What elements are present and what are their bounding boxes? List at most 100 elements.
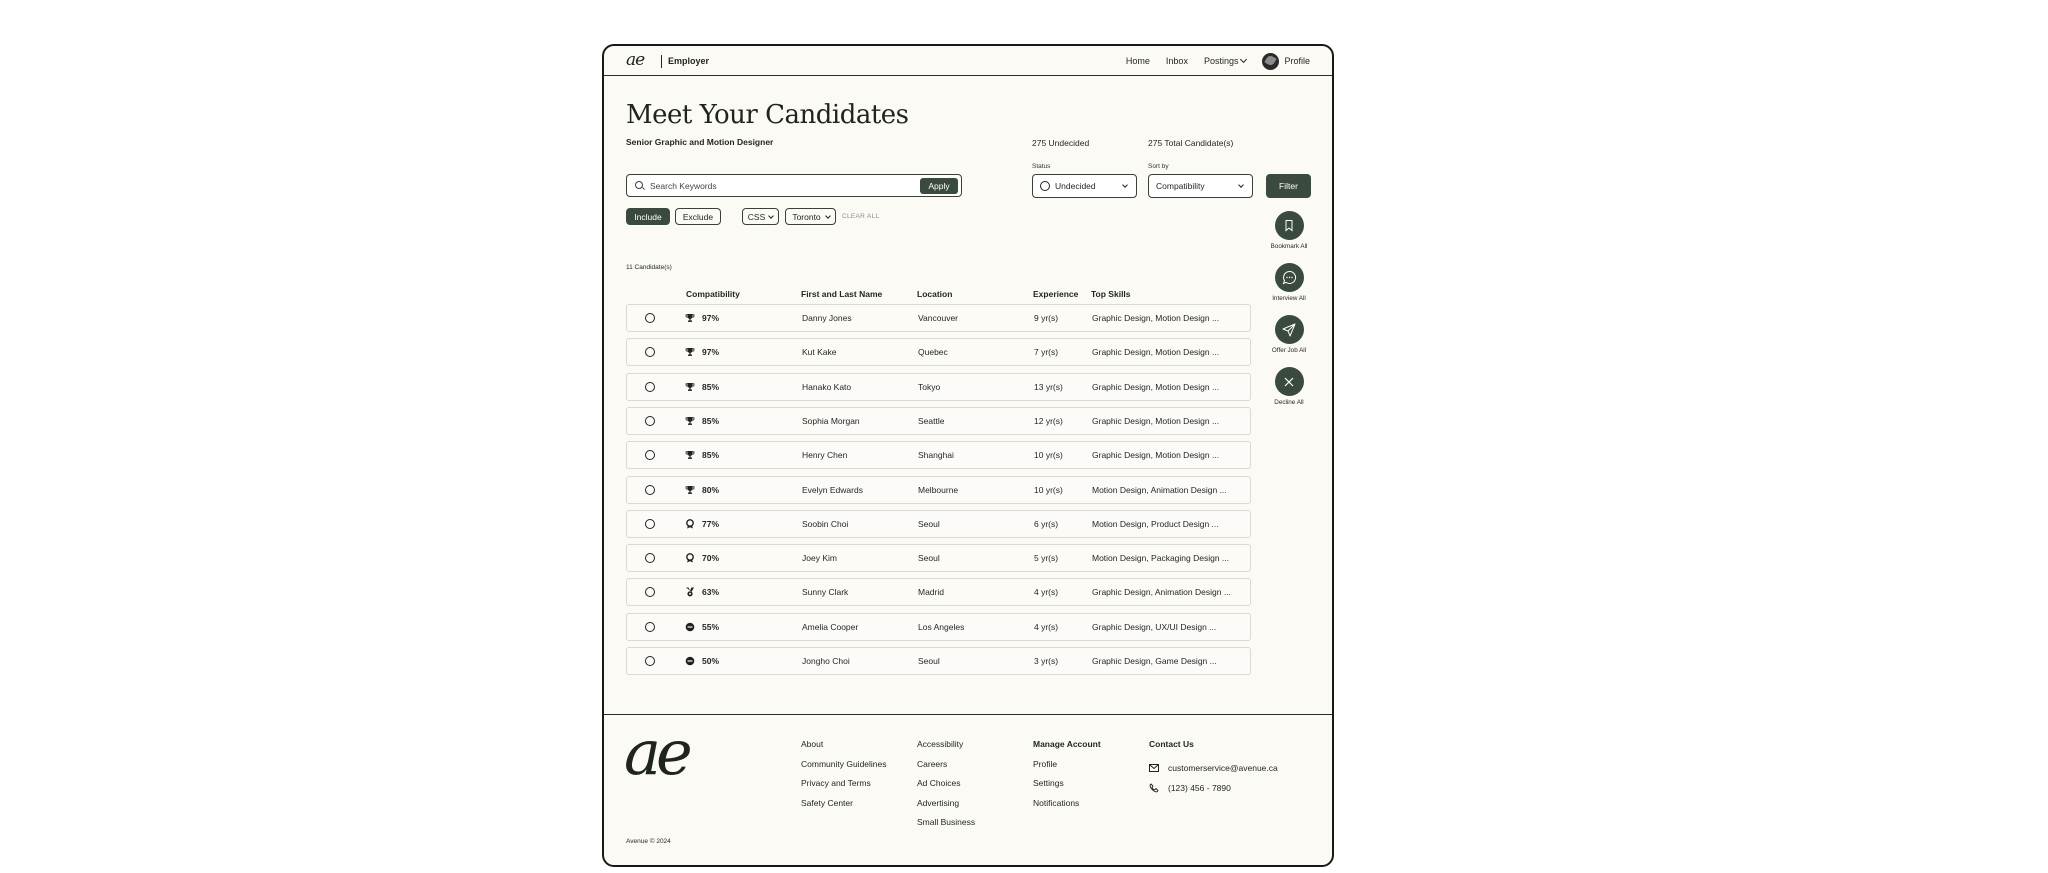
footer-link-advertising[interactable]: Advertising [917, 798, 975, 818]
experience-cell: 10 yr(s) [1034, 484, 1063, 495]
column-header-top-skills[interactable]: Top Skills [1091, 289, 1131, 299]
rosette-icon [685, 518, 695, 529]
row-select-radio[interactable] [645, 587, 655, 598]
skills-cell: Graphic Design, Motion Design ... [1092, 347, 1220, 358]
name-cell: Kut Kake [802, 347, 837, 358]
row-select-radio[interactable] [645, 621, 655, 632]
chevron-down-icon [768, 213, 774, 219]
apply-button[interactable]: Apply [920, 178, 958, 194]
close-icon[interactable] [1274, 367, 1304, 396]
search-icon [635, 181, 643, 189]
nav-postings[interactable]: Postings [1204, 55, 1248, 66]
nav-home[interactable]: Home [1126, 56, 1150, 66]
brand-logo[interactable]: ae [626, 50, 645, 70]
footer-link-privacy-terms[interactable]: Privacy and Terms [801, 778, 887, 798]
row-select-radio[interactable] [645, 381, 655, 392]
search-input[interactable] [650, 177, 910, 194]
table-row[interactable]: 80% Evelyn Edwards Melbourne 10 yr(s) Motion… [626, 475, 1251, 504]
trophy-icon [685, 382, 695, 392]
sort-label: Sort by [1148, 163, 1169, 170]
job-title: Senior Graphic and Motion Designer [626, 137, 774, 147]
table-row[interactable]: 97% Kut Kake Quebec 7 yr(s) Graphic Design, … [626, 338, 1251, 367]
compatibility-cell: 55% [702, 621, 720, 632]
search-bar: Apply [626, 174, 962, 197]
skills-cell: Graphic Design, Animation Design ... [1092, 587, 1231, 598]
chat-bubble-icon[interactable] [1274, 263, 1304, 292]
footer-email[interactable]: customerservice@avenue.ca [1149, 759, 1278, 779]
table-row[interactable]: 50% Jongho Choi Seoul 3 yr(s) Graphic Design… [626, 647, 1251, 675]
location-cell: Quebec [918, 347, 948, 358]
nav-inbox[interactable]: Inbox [1166, 56, 1188, 66]
decline-all-action[interactable]: Decline All [1267, 367, 1311, 406]
footer-link-safety-center[interactable]: Safety Center [801, 798, 887, 818]
compatibility-cell: 85% [702, 415, 720, 426]
table-row[interactable]: 85% Hanako Kato Tokyo 13 yr(s) Graphic Desig… [626, 372, 1251, 401]
total-candidates-count: 275 Total Candidate(s) [1148, 138, 1234, 148]
table-row[interactable]: 70% Joey Kim Seoul 5 yr(s) Motion Design, Pa… [626, 544, 1251, 573]
skills-cell: Motion Design, Product Design ... [1092, 518, 1219, 529]
sort-select[interactable]: Compatibility [1148, 174, 1253, 198]
medal-icon [685, 587, 695, 597]
experience-cell: 13 yr(s) [1034, 381, 1063, 392]
bookmark-icon[interactable] [1274, 211, 1304, 240]
row-select-radio[interactable] [645, 313, 655, 323]
compatibility-cell: 97% [702, 347, 720, 358]
location-cell: Seoul [918, 656, 940, 666]
chevron-down-icon [1122, 182, 1128, 188]
filter-chip-toronto[interactable]: Toronto [785, 208, 836, 225]
column-header-experience[interactable]: Experience [1033, 289, 1078, 299]
footer-link-profile[interactable]: Profile [1033, 759, 1101, 779]
footer-phone[interactable]: (123) 456 - 7890 [1149, 778, 1278, 798]
app-frame: ae Employer Home Inbox Postings Profile … [602, 44, 1334, 867]
bookmark-all-action[interactable]: Bookmark All [1267, 211, 1311, 250]
experience-cell: 9 yr(s) [1034, 313, 1059, 323]
row-select-radio[interactable] [645, 553, 655, 564]
table-row[interactable]: 97% Danny Jones Vancouver 9 yr(s) Graphic De… [626, 304, 1251, 332]
footer-column-contact: Contact Us customerservice@avenue.ca (12… [1149, 739, 1278, 798]
footer-logo: ae [624, 716, 693, 789]
table-row[interactable]: 85% Henry Chen Shanghai 10 yr(s) Graphic Des… [626, 441, 1251, 470]
row-select-radio[interactable] [645, 518, 655, 529]
compatibility-cell: 85% [702, 450, 720, 461]
table-row[interactable]: 77% Soobin Choi Seoul 6 yr(s) Motion Design,… [626, 509, 1251, 538]
footer-link-small-business[interactable]: Small Business [917, 817, 975, 837]
column-header-name[interactable]: First and Last Name [801, 289, 882, 299]
exclude-toggle[interactable]: Exclude [675, 208, 721, 225]
offer-job-all-action[interactable]: Offer Job All [1267, 315, 1311, 354]
row-select-radio[interactable] [645, 484, 655, 495]
footer-link-notifications[interactable]: Notifications [1033, 798, 1101, 818]
name-cell: Amelia Cooper [802, 621, 859, 632]
table-row[interactable]: 63% Sunny Clark Madrid 4 yr(s) Graphic Desig… [626, 578, 1251, 607]
nav-profile[interactable]: Profile [1262, 52, 1310, 70]
row-select-radio[interactable] [645, 415, 655, 426]
footer-link-ad-choices[interactable]: Ad Choices [917, 778, 975, 798]
location-cell: Seoul [918, 553, 940, 564]
status-select[interactable]: Undecided [1032, 174, 1137, 198]
row-select-radio[interactable] [645, 450, 655, 461]
chevron-down-icon [825, 213, 831, 219]
table-row[interactable]: 55% Amelia Cooper Los Angeles 4 yr(s) Graphi… [626, 612, 1251, 641]
footer-link-accessibility[interactable]: Accessibility [917, 739, 975, 759]
column-header-location[interactable]: Location [917, 289, 952, 299]
clear-all-link[interactable]: CLEAR ALL [842, 213, 879, 220]
include-toggle[interactable]: Include [626, 208, 670, 225]
footer-link-careers[interactable]: Careers [917, 759, 975, 779]
footer-link-settings[interactable]: Settings [1033, 778, 1101, 798]
footer-link-community-guidelines[interactable]: Community Guidelines [801, 759, 887, 779]
experience-cell: 10 yr(s) [1034, 450, 1063, 461]
interview-all-action[interactable]: Interview All [1267, 263, 1311, 302]
experience-cell: 12 yr(s) [1034, 415, 1063, 426]
skills-cell: Graphic Design, Motion Design ... [1092, 415, 1220, 426]
location-cell: Shanghai [918, 450, 954, 461]
location-cell: Vancouver [918, 313, 959, 323]
location-cell: Tokyo [918, 381, 941, 392]
filter-chip-css[interactable]: CSS [742, 208, 779, 225]
row-select-radio[interactable] [645, 656, 655, 666]
send-icon[interactable] [1274, 315, 1304, 344]
footer-link-about[interactable]: About [801, 739, 887, 759]
filter-button[interactable]: Filter [1266, 174, 1311, 198]
column-header-compatibility[interactable]: Compatibility [686, 289, 740, 299]
footer-column-business: Accessibility Careers Ad Choices Adverti… [917, 739, 975, 837]
table-row[interactable]: 85% Sophia Morgan Seattle 12 yr(s) Graphic D… [626, 406, 1251, 435]
row-select-radio[interactable] [645, 347, 655, 358]
